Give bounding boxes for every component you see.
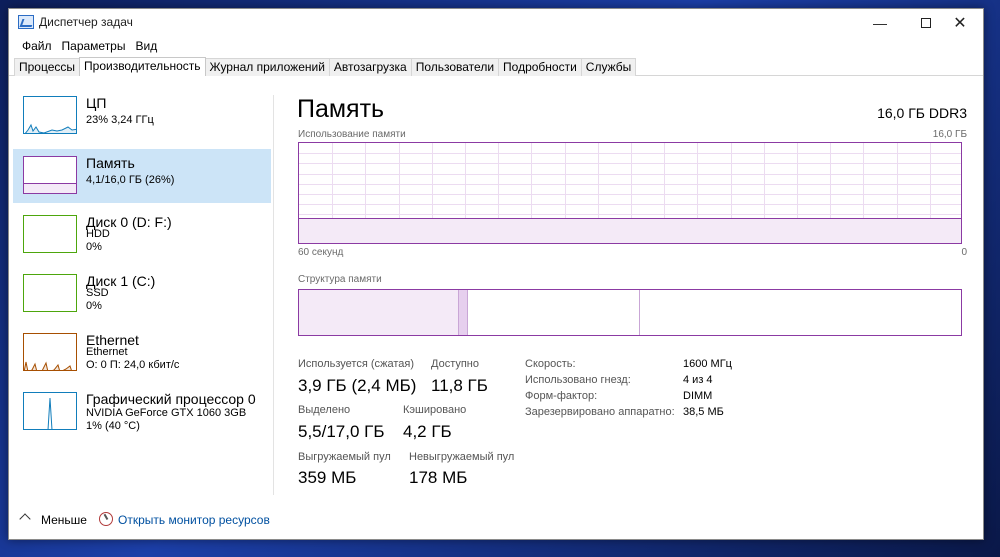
stat-in-use-label: Используется (сжатая) <box>298 358 415 370</box>
memory-spec: 16,0 ГБ DDR3 <box>877 105 967 121</box>
usage-graph-label: Использование памяти <box>298 129 406 140</box>
sidebar-item-detail: 0% <box>86 241 102 253</box>
window-title: Диспетчер задач <box>39 15 133 29</box>
detail-form-factor-label: Форм-фактор: <box>525 390 598 402</box>
sidebar-item-detail: 23% 3,24 ГГц <box>86 114 154 126</box>
stat-in-use-value: 3,9 ГБ (2,4 МБ) <box>298 376 417 395</box>
panel-divider <box>273 95 274 495</box>
tab-strip: Процессы Производительность Журнал прило… <box>9 57 983 76</box>
title-bar[interactable]: Диспетчер задач — ✕ <box>9 9 983 37</box>
structure-graph-label: Структура памяти <box>298 274 382 285</box>
usage-graph-max: 16,0 ГБ <box>932 129 967 140</box>
minimize-button[interactable]: — <box>857 9 903 37</box>
chevron-up-icon[interactable] <box>19 513 31 525</box>
disk-0-thumbnail-graph <box>23 215 77 253</box>
stat-committed-label: Выделено <box>298 404 351 416</box>
sidebar-item-title: Память <box>86 155 135 171</box>
sidebar-item-ethernet[interactable]: Ethernet Ethernet О: 0 П: 24,0 кбит/с <box>13 326 271 380</box>
structure-standby[interactable] <box>467 290 639 335</box>
task-manager-window: Диспетчер задач — ✕ Файл Параметры Вид П… <box>8 8 984 540</box>
memory-usage-fill <box>299 218 961 243</box>
sidebar-item-gpu-0[interactable]: Графический процессор 0 NVIDIA GeForce G… <box>13 385 271 439</box>
menu-options[interactable]: Параметры <box>57 37 131 57</box>
sidebar-item-disk-1[interactable]: Диск 1 (C:) SSD 0% <box>13 267 271 321</box>
disk-1-thumbnail-graph <box>23 274 77 312</box>
sidebar-item-title: ЦП <box>86 95 107 111</box>
sidebar-item-detail: 4,1/16,0 ГБ (26%) <box>86 174 175 186</box>
ethernet-thumbnail-graph <box>23 333 77 371</box>
stat-cached-label: Кэшировано <box>403 404 467 416</box>
menu-file[interactable]: Файл <box>17 37 57 57</box>
stat-committed-value: 5,5/17,0 ГБ <box>298 422 385 441</box>
detail-speed-value: 1600 МГц <box>683 358 732 370</box>
sidebar-item-detail: 0% <box>86 300 102 312</box>
sidebar-item-memory[interactable]: Память 4,1/16,0 ГБ (26%) <box>13 149 271 203</box>
sidebar-item-disk-0[interactable]: Диск 0 (D: F:) HDD 0% <box>13 208 271 262</box>
sidebar-item-type: SSD <box>86 287 109 299</box>
detail-reserved-label: Зарезервировано аппаратно: <box>525 406 675 418</box>
sidebar-item-detail: 1% (40 °C) <box>86 420 140 432</box>
cpu-thumbnail-graph <box>23 96 77 134</box>
task-manager-icon <box>18 15 34 29</box>
tab-startup[interactable]: Автозагрузка <box>328 58 412 76</box>
sidebar-item-type: NVIDIA GeForce GTX 1060 3GB <box>86 407 247 419</box>
memory-usage-graph <box>298 142 962 244</box>
stat-available-value: 11,8 ГБ <box>431 376 488 395</box>
sidebar-item-cpu[interactable]: ЦП 23% 3,24 ГГц <box>13 89 271 143</box>
close-button[interactable]: ✕ <box>937 9 983 37</box>
sidebar-item-title: Графический процессор 0 <box>86 391 256 407</box>
menu-view[interactable]: Вид <box>130 37 162 57</box>
time-axis-right: 0 <box>961 247 967 258</box>
detail-reserved-value: 38,5 МБ <box>683 406 724 418</box>
stat-available-label: Доступно <box>431 358 480 370</box>
resource-sidebar: ЦП 23% 3,24 ГГц Память 4,1/16,0 ГБ (26%)… <box>13 89 271 501</box>
detail-speed-label: Скорость: <box>525 358 576 370</box>
structure-modified[interactable] <box>458 290 467 335</box>
detail-form-factor-value: DIMM <box>683 390 713 402</box>
memory-thumbnail-graph <box>23 156 77 194</box>
stat-cached-value: 4,2 ГБ <box>403 422 452 441</box>
sidebar-item-detail: О: 0 П: 24,0 кбит/с <box>86 359 180 371</box>
structure-free[interactable] <box>639 290 961 335</box>
resource-monitor-icon <box>99 512 113 526</box>
detail-slots-label: Использовано гнезд: <box>525 374 631 386</box>
time-axis-left: 60 секунд <box>298 247 344 258</box>
stat-paged-pool-label: Выгружаемый пул <box>298 451 391 463</box>
sidebar-item-type: Ethernet <box>86 346 128 358</box>
structure-in-use[interactable] <box>299 290 458 335</box>
tab-performance[interactable]: Производительность <box>79 57 206 76</box>
footer-bar: Меньше Открыть монитор ресурсов <box>9 509 983 531</box>
maximize-icon <box>921 18 931 28</box>
sidebar-item-type: HDD <box>86 228 110 240</box>
memory-structure-bar <box>298 289 962 336</box>
detail-slots-value: 4 из 4 <box>683 374 713 386</box>
tab-users[interactable]: Пользователи <box>410 58 500 76</box>
stat-nonpaged-pool-label: Невыгружаемый пул <box>409 451 515 463</box>
open-resource-monitor-link[interactable]: Открыть монитор ресурсов <box>118 513 270 527</box>
gpu-thumbnail-graph <box>23 392 77 430</box>
stat-paged-pool-value: 359 МБ <box>298 468 357 487</box>
tab-details[interactable]: Подробности <box>498 58 582 76</box>
stat-nonpaged-pool-value: 178 МБ <box>409 468 468 487</box>
menu-bar: Файл Параметры Вид <box>9 37 983 57</box>
tab-app-history[interactable]: Журнал приложений <box>204 58 330 76</box>
fewer-details-link[interactable]: Меньше <box>41 513 87 527</box>
tab-services[interactable]: Службы <box>580 58 637 76</box>
tab-processes[interactable]: Процессы <box>14 58 81 76</box>
page-title: Память <box>297 95 385 123</box>
